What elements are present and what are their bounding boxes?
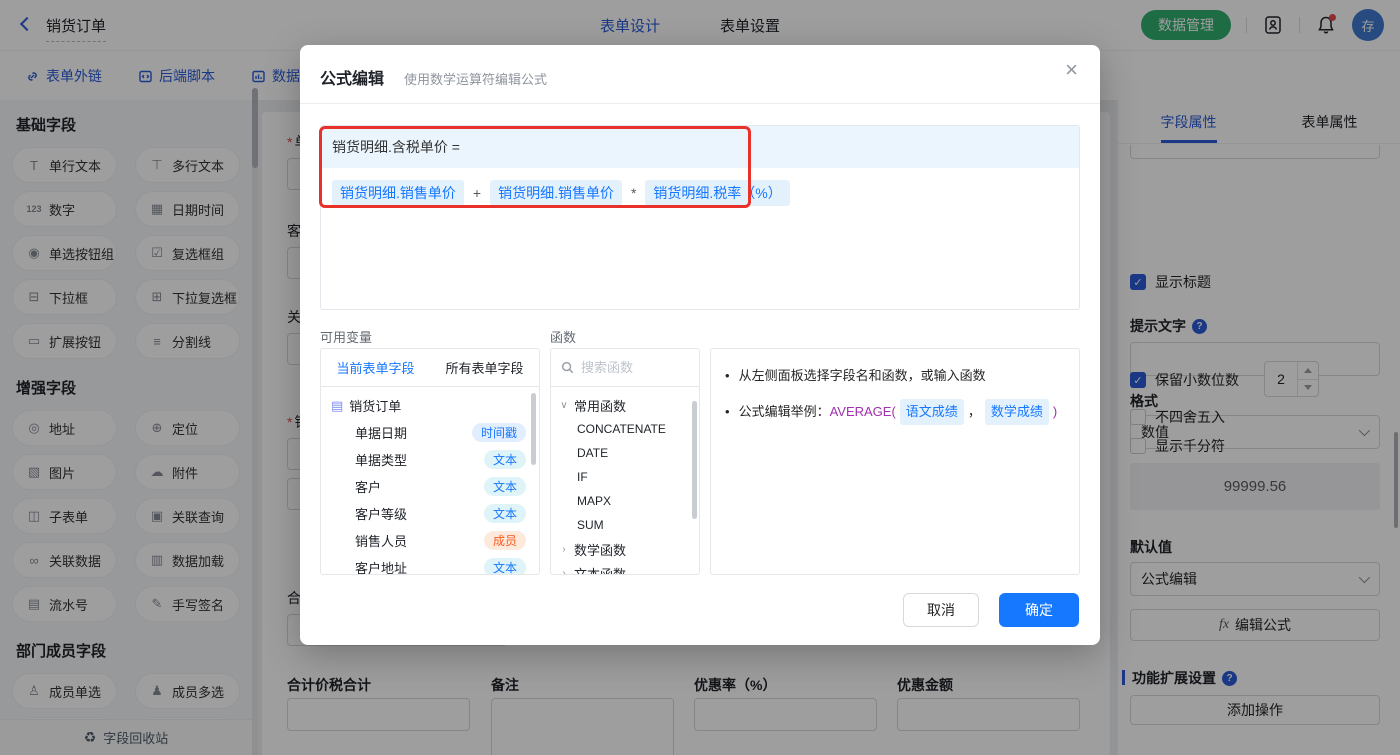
formula-target: 销货明细.含税单价 =	[321, 126, 1079, 168]
document-icon: ▤	[331, 398, 343, 414]
variable-name: 单据类型	[355, 450, 407, 469]
function-item[interactable]: CONCATENATE	[551, 417, 699, 441]
tab-all-form-fields[interactable]: 所有表单字段	[430, 349, 539, 386]
variable-type-badge: 文本	[484, 477, 526, 496]
formula-operator: *	[631, 185, 636, 201]
variable-row[interactable]: 客户等级 文本	[321, 500, 539, 527]
confirm-button[interactable]: 确定	[999, 593, 1079, 627]
variable-name: 客户等级	[355, 504, 407, 523]
function-group-name: 文本函数	[574, 564, 626, 576]
formula-editor-modal: 公式编辑 使用数学运算符编辑公式 × 销货明细.含税单价 = 销货明细.销售单价…	[300, 45, 1100, 645]
variable-type-badge: 文本	[484, 504, 526, 523]
modal-header-divider	[300, 103, 1100, 104]
hint-line-1: • 从左侧面板选择字段名和函数，或输入函数	[725, 365, 1065, 387]
root-form-name: 销货订单	[349, 396, 401, 415]
variable-name: 单据日期	[355, 423, 407, 442]
variable-row[interactable]: 单据类型 文本	[321, 446, 539, 473]
search-icon	[561, 361, 574, 374]
hint-line-2: • 公式编辑举例： AVERAGE( 语文成绩 ， 数学成绩 )	[725, 399, 1065, 425]
close-icon[interactable]: ×	[1065, 59, 1078, 81]
modal-subtitle: 使用数学运算符编辑公式	[404, 69, 547, 88]
formula-field-chip[interactable]: 销货明细.税率（%）	[645, 180, 789, 206]
function-item[interactable]: IF	[551, 465, 699, 489]
example-function-open: AVERAGE(	[830, 401, 896, 423]
variable-row[interactable]: 单据日期 时间戳	[321, 419, 539, 446]
function-tree: ∨ 常用函数 CONCATENATEDATEIFMAPXSUM › 数学函数 › 文本函数	[551, 387, 699, 575]
app-screen: 销货订单 表单设计 表单设置 数据管理 存 表单外链后端脚本数据权 预览 保存	[0, 0, 1400, 755]
formula-field-chip[interactable]: 销货明细.销售单价	[332, 180, 464, 206]
function-group[interactable]: › 文本函数	[551, 561, 699, 575]
function-group[interactable]: ∨ 常用函数	[551, 393, 699, 417]
caret-down-icon: ∨	[559, 400, 569, 411]
variable-name: 客户地址	[355, 558, 407, 575]
formula-operator: +	[473, 185, 481, 201]
caret-right-icon: ›	[559, 544, 569, 555]
formula-editor-area[interactable]: 销货明细.含税单价 = 销货明细.销售单价 + 销货明细.销售单价 * 销货明细.税率（…	[320, 125, 1080, 310]
variable-name: 客户	[355, 477, 381, 496]
variable-name: 销售人员	[355, 531, 407, 550]
functions-panel-label: 函数	[550, 327, 576, 346]
function-item[interactable]: SUM	[551, 513, 699, 537]
bullet: •	[725, 401, 730, 423]
variable-row[interactable]: 客户地址 文本	[321, 554, 539, 575]
tab-current-form-fields[interactable]: 当前表单字段	[321, 349, 430, 386]
variables-panel-label: 可用变量	[320, 327, 372, 346]
formula-hints-panel: • 从左侧面板选择字段名和函数，或输入函数 • 公式编辑举例： AVERAGE(…	[710, 348, 1080, 575]
variables-scrollbar[interactable]	[531, 393, 536, 465]
variables-tabs: 当前表单字段 所有表单字段	[321, 349, 539, 387]
function-item[interactable]: MAPX	[551, 489, 699, 513]
variable-type-badge: 文本	[484, 450, 526, 469]
bullet: •	[725, 365, 730, 387]
variable-row[interactable]: 客户 文本	[321, 473, 539, 500]
function-group-name: 数学函数	[574, 540, 626, 559]
example-function-close: )	[1053, 401, 1057, 423]
variable-type-badge: 文本	[484, 558, 526, 575]
cancel-button[interactable]: 取消	[903, 593, 979, 627]
example-field-chip: 语文成绩	[900, 399, 964, 425]
variable-row[interactable]: 销售人员 成员	[321, 527, 539, 554]
variables-panel: 当前表单字段 所有表单字段 ▤ 销货订单 单据日期时间戳单据类型文本客户文本客户…	[320, 348, 540, 575]
function-group[interactable]: › 数学函数	[551, 537, 699, 561]
formula-expression[interactable]: 销货明细.销售单价 + 销货明细.销售单价 * 销货明细.税率（%）	[321, 168, 1079, 218]
formula-field-chip[interactable]: 销货明细.销售单价	[490, 180, 622, 206]
example-field-chip: 数学成绩	[985, 399, 1049, 425]
functions-panel: ∨ 常用函数 CONCATENATEDATEIFMAPXSUM › 数学函数 › 文本函数	[550, 348, 700, 575]
modal-title: 公式编辑	[320, 65, 384, 89]
functions-scrollbar[interactable]	[692, 401, 697, 519]
function-item[interactable]: DATE	[551, 441, 699, 465]
function-search-box[interactable]	[551, 349, 699, 387]
function-search-input[interactable]	[581, 360, 681, 375]
variables-tree-root[interactable]: ▤ 销货订单	[321, 392, 539, 419]
variable-type-badge: 时间戳	[472, 423, 526, 442]
function-group-name: 常用函数	[574, 396, 626, 415]
variable-type-badge: 成员	[484, 531, 526, 550]
caret-right-icon: ›	[559, 568, 569, 576]
